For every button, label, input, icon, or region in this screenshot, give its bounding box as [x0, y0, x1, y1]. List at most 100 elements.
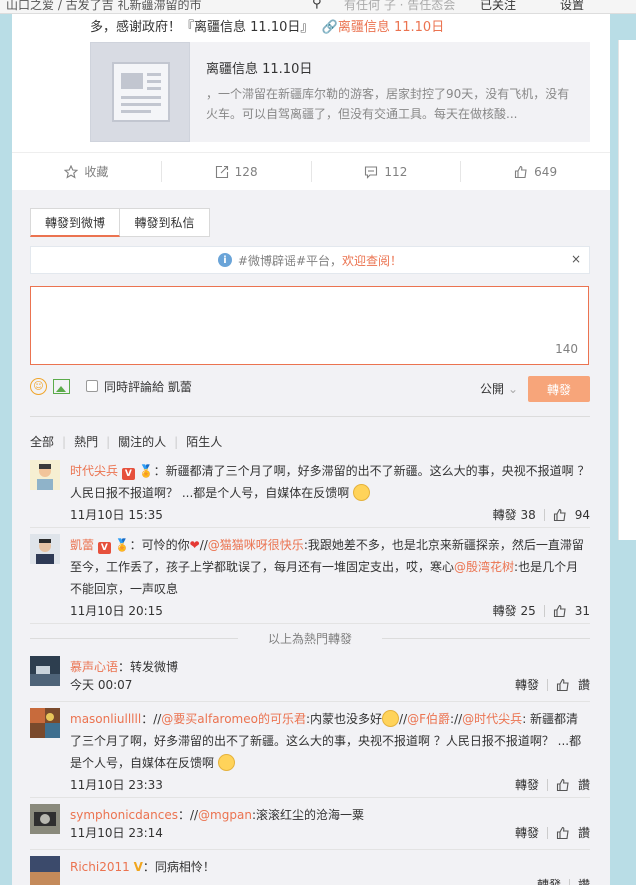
- repost-panel: 轉發到微博 轉發到私信 i #微博辟谣#平台， 欢迎查阅！ × 140 ☺ 同時評…: [12, 190, 610, 885]
- article-thumbnail: [90, 42, 190, 142]
- medal-icon: 🏅: [114, 538, 130, 552]
- repost-ops: 轉發 38 94: [493, 506, 590, 523]
- list-item: Richi2011 V：同病相怜！ 轉發 讚: [30, 856, 590, 885]
- notice-link[interactable]: 欢迎查阅！: [342, 252, 402, 269]
- top-middle-fragment: 有任何 子 · 告任态会: [344, 0, 456, 12]
- thumbs-up-icon: [515, 165, 527, 178]
- tail-tag-link[interactable]: 离疆信息 11.10日: [194, 20, 300, 35]
- repost-ops: 轉發 讚: [515, 776, 590, 793]
- thumbs-up-icon[interactable]: [553, 604, 567, 618]
- emoji-icon[interactable]: ☺: [30, 377, 47, 395]
- repost-filters: 全部 | 熱門 | 關注的人 | 陌生人: [30, 433, 223, 450]
- smile-emoji-icon: [382, 710, 400, 727]
- like-count: 31: [574, 603, 590, 618]
- user-name[interactable]: masonliulllll: [70, 712, 141, 726]
- timestamp[interactable]: 11月10日 20:15: [70, 602, 163, 619]
- broken-heart-icon: ❤: [189, 538, 200, 552]
- like-label[interactable]: 讚: [578, 676, 590, 693]
- repost-action[interactable]: 轉發 25: [493, 602, 536, 619]
- post-action-bar: 收藏 128 112 649: [12, 152, 610, 190]
- comment-button[interactable]: 112: [312, 161, 462, 182]
- hot-divider: 以上為熱門轉發: [30, 630, 591, 646]
- link-icon: 🔗: [321, 20, 338, 35]
- filter-all[interactable]: 全部: [30, 433, 54, 450]
- mention-link[interactable]: @殷湾花树: [454, 560, 514, 574]
- share-link[interactable]: 离疆信息 11.10日: [338, 20, 444, 35]
- avatar[interactable]: [30, 656, 60, 686]
- list-item: 慕声心语：转发微博 今天 00:07 轉發 讚: [30, 656, 590, 702]
- comment-icon: [365, 165, 378, 179]
- like-button[interactable]: 649: [461, 161, 610, 182]
- vip-badge-icon: V: [121, 468, 135, 480]
- repost-action[interactable]: 轉發 38: [493, 506, 536, 523]
- timestamp[interactable]: 11月10日 23:14: [70, 824, 163, 841]
- list-item: masonliulllll：//@要买alfaromeo的可乐君:内蒙也没多好 /…: [30, 708, 590, 798]
- repost-textarea[interactable]: 140: [30, 286, 589, 365]
- user-name[interactable]: 凱蕾: [70, 538, 94, 552]
- filter-following[interactable]: 關注的人: [118, 433, 166, 450]
- repost-ops: 轉發 25 31: [493, 602, 590, 619]
- thumbs-up-icon[interactable]: [556, 678, 570, 692]
- repost-action[interactable]: 轉發: [515, 776, 539, 793]
- like-label[interactable]: 讚: [578, 776, 590, 793]
- mention-link[interactable]: @时代尖兵: [462, 712, 522, 726]
- crying-emoji-icon: [217, 754, 235, 771]
- filter-strangers[interactable]: 陌生人: [186, 433, 222, 450]
- list-item: symphonicdances：//@mgpan:滚滚红尘的沧海一粟 11月10…: [30, 804, 590, 850]
- avatar[interactable]: [30, 804, 60, 834]
- list-item: 时代尖兵 V 🏅：新疆都清了三个月了啊，好多滞留的出不了新疆。这么大的事，央视不…: [30, 460, 590, 528]
- like-label[interactable]: 讚: [578, 876, 590, 885]
- compose-toolbar: ☺ 同時評論給 凱蕾: [30, 376, 192, 396]
- original-post-tail: 多，感谢政府！『离疆信息 11.10日』 🔗离疆信息 11.10日: [90, 20, 445, 35]
- timestamp[interactable]: 11月10日 23:33: [70, 776, 163, 793]
- repost-text: 时代尖兵 V 🏅：新疆都清了三个月了啊，好多滞留的出不了新疆。这么大的事，央视不…: [70, 464, 590, 501]
- close-icon[interactable]: ×: [571, 252, 581, 266]
- thumbs-up-icon[interactable]: [556, 778, 570, 792]
- repost-button[interactable]: 128: [162, 161, 312, 182]
- link-preview-title: 离疆信息 11.10日: [206, 62, 313, 77]
- timestamp[interactable]: 11月10日 15:35: [70, 506, 163, 523]
- repost-text: symphonicdances：//@mgpan:滚滚红尘的沧海一粟: [70, 808, 364, 822]
- tab-repost-to-message[interactable]: 轉發到私信: [120, 208, 210, 237]
- user-name[interactable]: 慕声心语: [70, 660, 118, 674]
- thumbs-up-icon[interactable]: [553, 508, 567, 522]
- repost-ops: 轉發 讚: [515, 824, 590, 841]
- mention-link[interactable]: @要买alfaromeo的可乐君: [161, 712, 306, 726]
- rumor-notice: i #微博辟谣#平台， 欢迎查阅！ ×: [30, 246, 590, 274]
- user-name[interactable]: 时代尖兵: [70, 464, 118, 478]
- user-name[interactable]: symphonicdances: [70, 808, 178, 822]
- avatar[interactable]: [30, 460, 60, 490]
- address-fragment[interactable]: 山口之爱 / 古发了吉 礼新疆滞留的市: [6, 0, 202, 13]
- repost-action[interactable]: 轉發: [515, 824, 539, 841]
- link-preview-card[interactable]: 离疆信息 11.10日 ，一个滞留在新疆库尔勒的游客，居家封控了90天，没有飞机…: [90, 42, 590, 142]
- repost-text: 凱蕾 V 🏅：可怜的你❤//@猫猫咪呀很快乐:我跟她差不多，也是北京来新疆探亲，…: [70, 538, 584, 596]
- also-comment-checkbox[interactable]: [86, 380, 98, 392]
- thumbs-up-icon[interactable]: [556, 826, 570, 840]
- mention-link[interactable]: @F伯爵: [407, 712, 450, 726]
- repost-action[interactable]: 轉發: [537, 876, 561, 885]
- filter-hot[interactable]: 熱門: [74, 433, 98, 450]
- avatar[interactable]: [30, 534, 60, 564]
- char-counter: 140: [555, 342, 578, 356]
- user-name[interactable]: Richi2011: [70, 860, 130, 874]
- repost-ops: 轉發 讚: [537, 876, 590, 885]
- repost-text: masonliulllll：//@要买alfaromeo的可乐君:内蒙也没多好 /…: [70, 710, 582, 771]
- search-icon[interactable]: ⚲: [312, 0, 322, 11]
- avatar[interactable]: [30, 708, 60, 738]
- list-item: 凱蕾 V 🏅：可怜的你❤//@猫猫咪呀很快乐:我跟她差不多，也是北京来新疆探亲，…: [30, 534, 590, 624]
- like-label[interactable]: 讚: [578, 824, 590, 841]
- top-follow-item[interactable]: 已关注: [480, 0, 516, 13]
- avatar[interactable]: [30, 856, 60, 885]
- visibility-select[interactable]: 公開 ⌄: [480, 380, 518, 397]
- image-icon[interactable]: [53, 378, 70, 394]
- tab-repost-to-weibo[interactable]: 轉發到微博: [30, 208, 120, 237]
- top-settings-item[interactable]: 设置: [560, 0, 584, 13]
- repost-tabs: 轉發到微博 轉發到私信: [30, 208, 210, 237]
- repost-action[interactable]: 轉發: [515, 676, 539, 693]
- favorite-button[interactable]: 收藏: [12, 161, 162, 182]
- timestamp[interactable]: 今天 00:07: [70, 676, 132, 693]
- send-button[interactable]: 轉發: [528, 376, 590, 402]
- mention-link[interactable]: @mgpan: [198, 808, 252, 822]
- verified-v-icon: V: [133, 860, 143, 874]
- mention-link[interactable]: @猫猫咪呀很快乐: [208, 538, 304, 552]
